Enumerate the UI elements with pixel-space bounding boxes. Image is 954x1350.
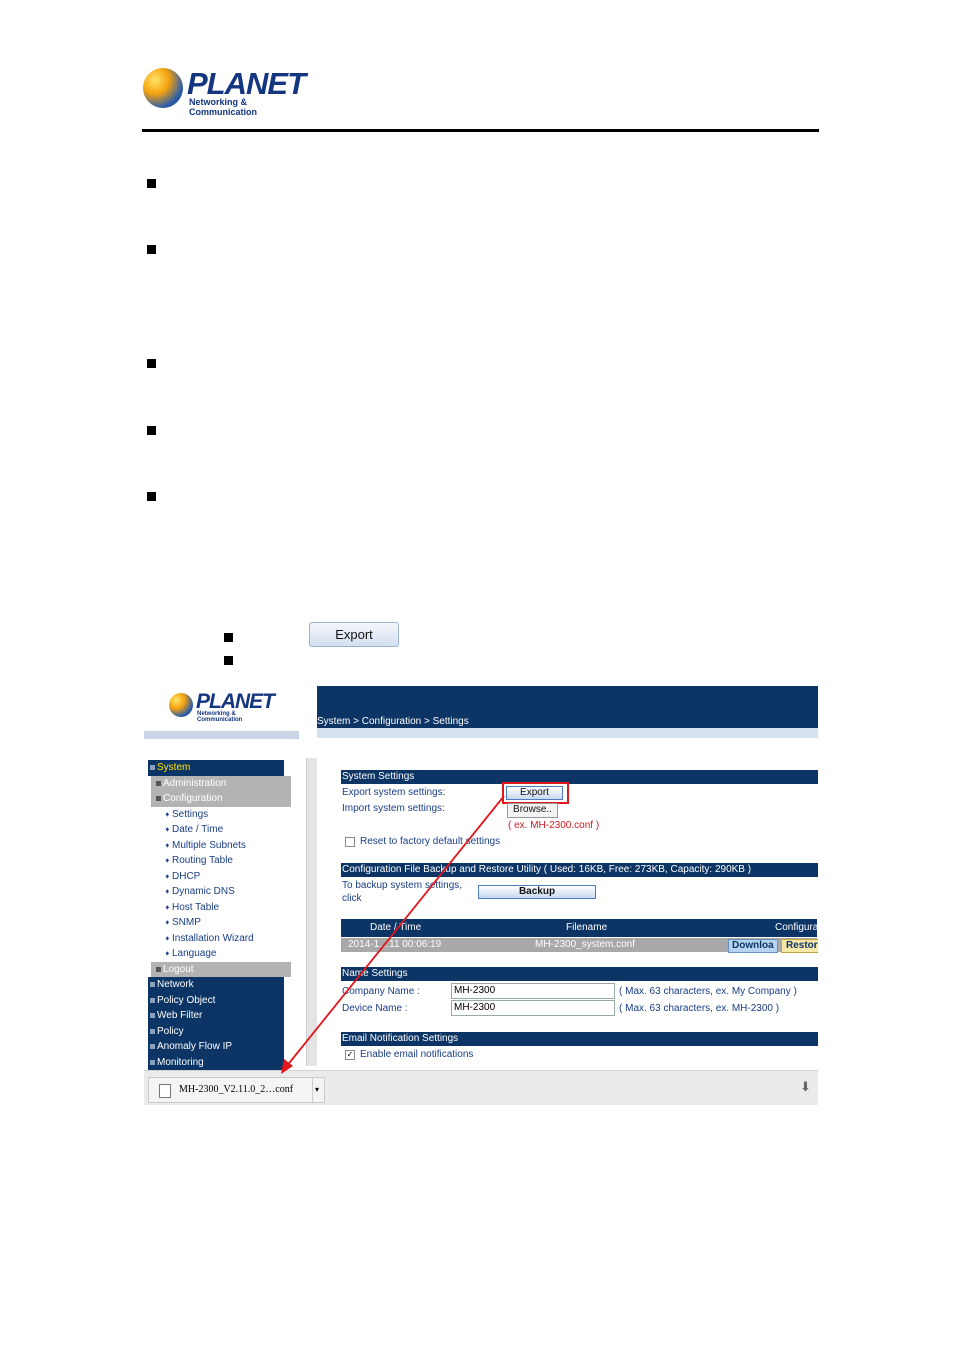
- bullet-1: [147, 179, 156, 188]
- bullet-3: [147, 359, 156, 368]
- bullet-4: [147, 426, 156, 435]
- bullet-6: [224, 633, 233, 642]
- bullet-7: [224, 656, 233, 665]
- export-button-sample[interactable]: Export: [309, 622, 399, 647]
- device-ui-screenshot: PLANET Networking & Communication System…: [144, 686, 818, 1105]
- header-rule: [142, 129, 819, 132]
- logo-tagline: Networking & Communication: [189, 97, 258, 117]
- globe-icon: [143, 68, 183, 108]
- annotation-arrow: [281, 795, 505, 1074]
- bullet-2: [147, 245, 156, 254]
- planet-logo: PLANET Networking & Communication: [143, 66, 306, 117]
- bullet-5: [147, 492, 156, 501]
